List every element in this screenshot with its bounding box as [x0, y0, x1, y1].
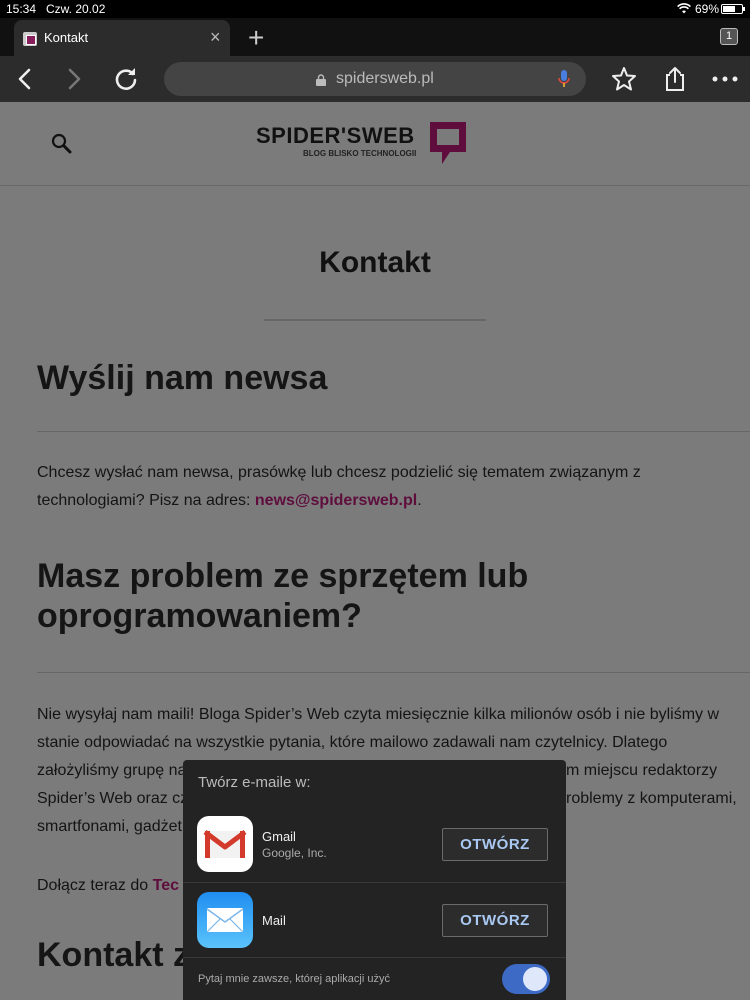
app-publisher: Google, Inc.: [262, 846, 327, 860]
forward-icon[interactable]: [60, 65, 88, 93]
tab-bar: Kontakt × + 1: [0, 18, 750, 56]
title-underline: [264, 319, 486, 321]
section-divider: [37, 431, 750, 432]
logo-text: SPIDER'SWEB: [256, 123, 415, 148]
header-divider: [0, 185, 750, 186]
page-title: Kontakt: [319, 246, 431, 279]
gmail-icon: [197, 816, 253, 872]
section-heading-contact: Kontakt z: [37, 936, 190, 974]
bookmark-star-icon[interactable]: [610, 65, 638, 93]
support-line-2: stanie odpowiadać na wszystkie pytania, …: [37, 734, 668, 751]
new-tab-button[interactable]: +: [248, 22, 264, 54]
support-line-4-tail: roblemy z komputerami,: [566, 790, 737, 807]
reload-icon[interactable]: [112, 65, 140, 93]
toggle-knob: [523, 967, 547, 991]
tab-close-button[interactable]: ×: [210, 27, 221, 48]
popup-title: Twórz e-maile w:: [198, 774, 311, 791]
browser-toolbar: spidersweb.pl: [0, 56, 750, 102]
email-app-chooser: Twórz e-maile w: Gmail Google, Inc. OTWÓ…: [183, 760, 566, 1000]
status-time: 15:34: [6, 2, 37, 16]
speech-bubble-logo-icon: [430, 122, 466, 164]
app-name: Mail: [262, 913, 286, 928]
news-email-link[interactable]: news@spidersweb.pl: [255, 492, 417, 509]
search-icon[interactable]: [50, 132, 72, 154]
logo-tagline: BLOG BLISKO TECHNOLOGII: [303, 149, 417, 158]
app-row-gmail: Gmail Google, Inc. OTWÓRZ: [183, 808, 566, 884]
support-line-1: Nie wysyłaj nam maili! Bloga Spider’s We…: [37, 706, 720, 723]
tab-title: Kontakt: [44, 30, 89, 45]
news-text-end: .: [417, 492, 422, 509]
popup-divider: [183, 882, 566, 883]
microphone-icon[interactable]: [558, 70, 570, 88]
section-divider: [37, 672, 750, 673]
battery-percent: 69%: [695, 2, 720, 16]
back-icon[interactable]: [11, 65, 39, 93]
more-icon[interactable]: [711, 65, 739, 93]
open-gmail-button[interactable]: OTWÓRZ: [442, 828, 548, 861]
battery-icon: [721, 4, 745, 14]
news-paragraph: Chcesz wysłać nam newsa, prasówkę lub ch…: [37, 459, 743, 515]
share-icon[interactable]: [661, 65, 689, 93]
join-text: Dołącz teraz do: [37, 877, 153, 894]
lock-icon: [316, 74, 326, 86]
section-heading-news: Wyślij nam newsa: [37, 359, 328, 397]
app-row-mail: Mail OTWÓRZ: [183, 884, 566, 960]
open-mail-button[interactable]: OTWÓRZ: [442, 904, 548, 937]
ask-always-toggle[interactable]: [502, 964, 550, 994]
tab-kontakt[interactable]: Kontakt ×: [14, 20, 230, 56]
battery-level-fill: [723, 6, 735, 12]
join-group-link[interactable]: Tec: [153, 877, 179, 894]
address-bar[interactable]: spidersweb.pl: [164, 62, 586, 96]
support-line-3-tail: m miejscu redaktorzy: [566, 762, 718, 779]
site-logo[interactable]: SPIDER'SWEB BLOG BLISKO TECHNOLOGII: [256, 120, 470, 168]
wifi-icon: [677, 3, 691, 14]
url-text: spidersweb.pl: [336, 70, 434, 87]
mail-icon: [197, 892, 253, 948]
favicon-icon: [23, 32, 37, 46]
status-bar: 15:34 Czw. 20.02 69%: [0, 0, 750, 18]
status-date: Czw. 20.02: [46, 2, 106, 16]
tab-count-button[interactable]: 1: [720, 28, 738, 45]
section-heading-support: Masz problem ze sprzętem lub oprogramowa…: [37, 557, 529, 635]
app-name: Gmail: [262, 829, 296, 844]
popup-divider: [183, 957, 566, 958]
ask-always-label: Pytaj mnie zawsze, której aplikacji użyć: [198, 973, 390, 985]
